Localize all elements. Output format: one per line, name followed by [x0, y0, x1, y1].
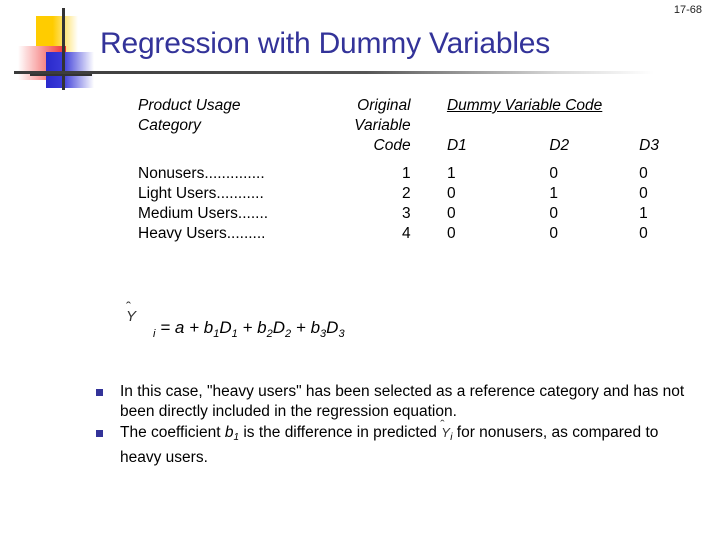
cell-category: Heavy Users.........	[138, 225, 266, 242]
list-item: The coefficient b1 is the difference in …	[96, 417, 696, 467]
d-letter: D	[326, 318, 339, 337]
cell-d1: 1	[446, 165, 456, 182]
b-letter: b	[310, 318, 321, 337]
y-hat-symbol-inline: ˆY	[440, 417, 450, 443]
cell-d2: 0	[549, 165, 558, 182]
spacer-cell	[421, 164, 447, 184]
slide-number: 17-68	[673, 4, 702, 16]
d-letter: D	[272, 318, 286, 337]
cell-d1: 0	[446, 225, 456, 242]
cell-d3: 0	[639, 225, 648, 242]
logo-blue-square	[46, 52, 94, 88]
term-b2: b2D2	[257, 318, 292, 340]
bullet-text-2: The coefficient b1 is the difference in …	[120, 417, 696, 467]
spacer-cell	[421, 224, 447, 244]
term-b3: b3D3	[310, 318, 345, 340]
header-category-line2: Category	[138, 117, 201, 134]
cell-d3: 0	[639, 165, 648, 182]
bullet-square-icon	[96, 389, 103, 396]
plus-sign-1: +	[189, 318, 200, 337]
bullet-square-icon	[96, 430, 103, 437]
table-spacer-row	[138, 156, 698, 164]
table-row: Light Users........... 2 0 1 0	[138, 184, 698, 204]
cell-d2: 1	[549, 185, 558, 202]
header-original-line2: Variable	[354, 117, 411, 134]
d-letter: D	[219, 318, 232, 337]
regression-equation: ˆ Yi = a + b1D1 + b2D2 + b3D3	[126, 299, 345, 340]
spacer-cell	[138, 156, 698, 164]
header-original-line3: Code	[373, 137, 411, 154]
bullet2-middle: is the difference in predicted	[239, 424, 442, 441]
cell-original-code: 4	[401, 225, 411, 242]
spacer-cell	[447, 116, 549, 136]
subscript-i: i	[153, 328, 156, 340]
list-item: In this case, "heavy users" has been sel…	[96, 382, 696, 421]
dummy-variable-table: Product Usage Original Dummy Variable Co…	[138, 96, 698, 244]
cell-d3: 1	[639, 205, 648, 222]
spacer-cell	[421, 116, 447, 136]
cell-category: Nonusers..............	[138, 165, 265, 182]
header-d1: D1	[446, 137, 467, 154]
cell-d3: 0	[639, 185, 648, 202]
d-subscript: 1	[231, 328, 238, 340]
spacer-cell	[421, 184, 447, 204]
cell-original-code: 3	[401, 205, 411, 222]
cell-original-code: 2	[401, 185, 411, 202]
header-dummy-variable-code: Dummy Variable Code	[446, 97, 603, 114]
cell-d1: 0	[446, 205, 456, 222]
header-original-line1: Original	[357, 97, 411, 114]
spacer-cell	[421, 96, 447, 116]
cell-d2: 0	[549, 225, 558, 242]
hat-accent: ˆ	[126, 299, 131, 316]
spacer-cell	[421, 204, 447, 224]
plus-sign-2: +	[242, 318, 253, 337]
page-title: Regression with Dummy Variables	[100, 27, 551, 60]
bullet-text-1: In this case, "heavy users" has been sel…	[120, 383, 685, 420]
spacer-cell	[639, 116, 698, 136]
d-subscript: 3	[338, 328, 345, 340]
term-b1: b1D1	[203, 318, 238, 340]
table-header-row-2: Category Variable	[138, 116, 698, 136]
table-header-row-1: Product Usage Original Dummy Variable Co…	[138, 96, 698, 116]
b-letter: b	[203, 318, 214, 337]
hat-accent: ˆ	[440, 417, 445, 432]
cell-category: Light Users...........	[138, 185, 264, 202]
table-row: Heavy Users......... 4 0 0 0	[138, 224, 698, 244]
table-row: Nonusers.............. 1 1 0 0	[138, 164, 698, 184]
equation-body: i = a + b1D1 + b2D2 + b3D3	[153, 318, 345, 340]
cell-d2: 0	[549, 205, 558, 222]
spacer-cell	[138, 136, 313, 156]
decorative-logo	[18, 8, 104, 90]
spacer-cell	[421, 136, 447, 156]
y-hat-symbol: ˆY	[126, 299, 136, 325]
header-category-line1: Product Usage	[138, 97, 241, 114]
cell-d1: 0	[446, 185, 456, 202]
bullet2-lead: The coefficient	[120, 424, 225, 441]
cell-category: Medium Users.......	[138, 205, 269, 222]
table-header-row-3: Code D1 D2 D3	[138, 136, 698, 156]
d-subscript: 2	[285, 328, 292, 340]
plus-sign-3: +	[295, 318, 306, 337]
intercept-a: a	[174, 318, 185, 337]
title-divider	[14, 71, 654, 74]
spacer-cell	[549, 116, 639, 136]
cell-original-code: 1	[401, 165, 411, 182]
logo-vertical-line	[62, 8, 65, 90]
equals-sign: =	[160, 318, 171, 337]
table-row: Medium Users....... 3 0 0 1	[138, 204, 698, 224]
header-d3: D3	[639, 137, 659, 154]
bullet-list: In this case, "heavy users" has been sel…	[96, 382, 696, 469]
b-letter: b	[257, 318, 267, 337]
header-d2: D2	[549, 137, 570, 154]
